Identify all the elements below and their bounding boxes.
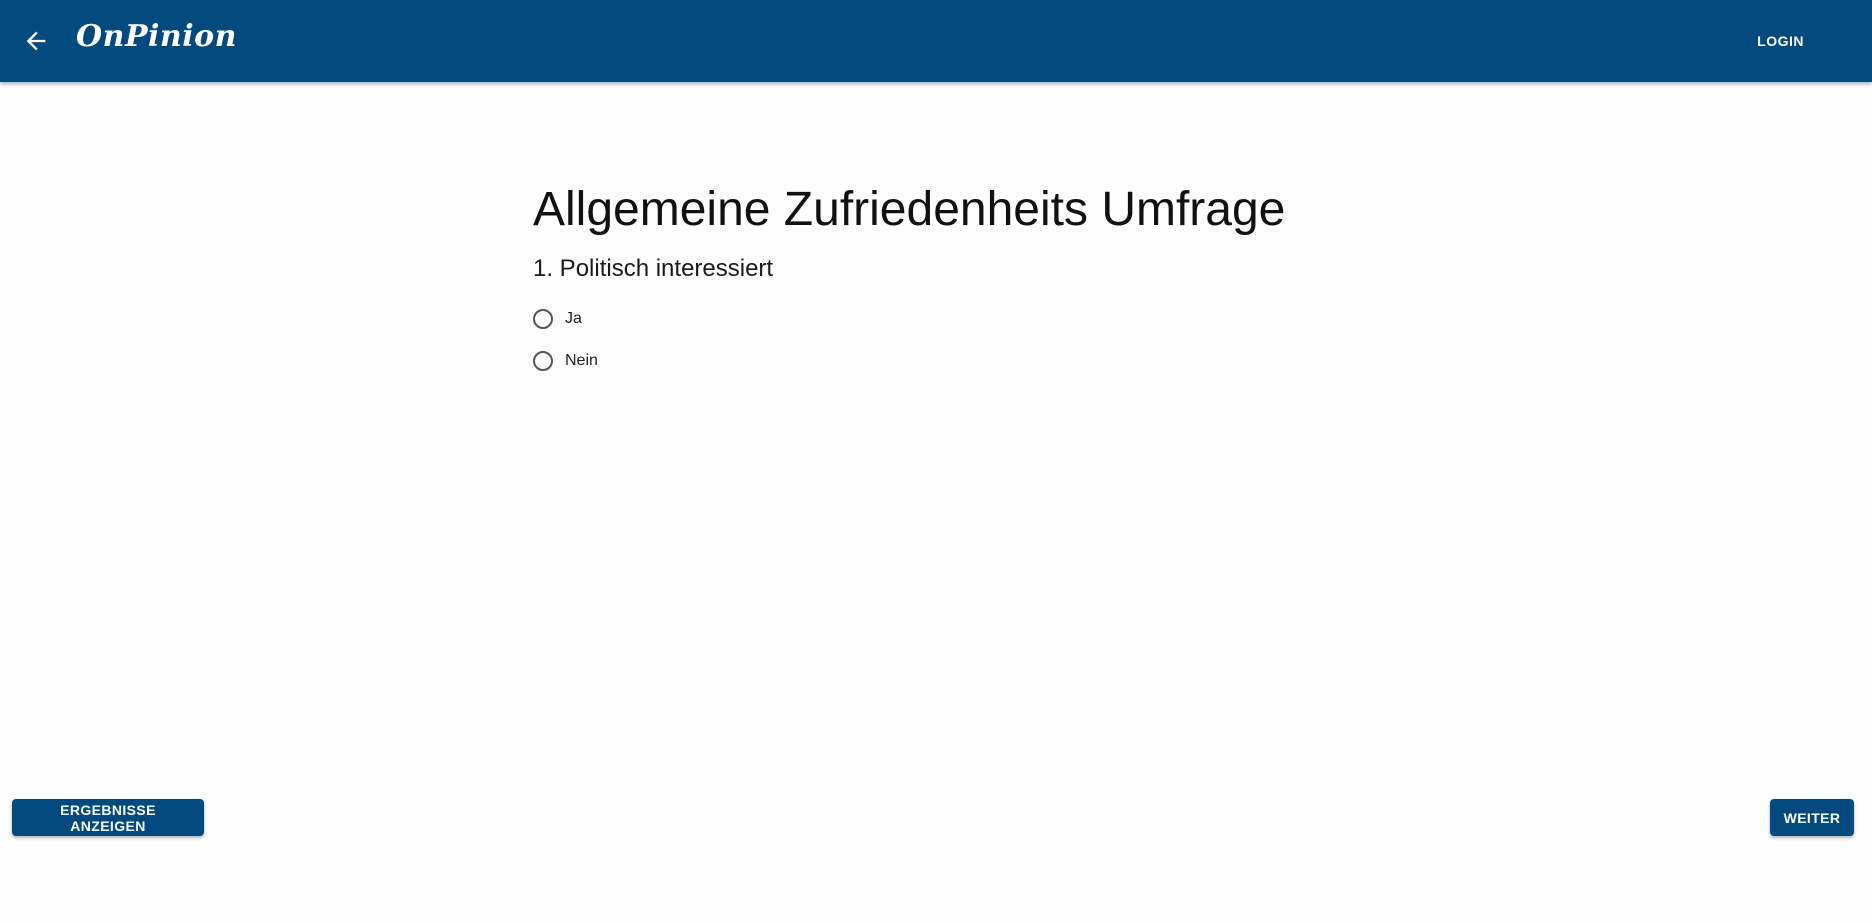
app-root: OnPinion LOGIN Allgemeine Zufriedenheits… — [0, 0, 1872, 923]
question-text: 1. Politisch interessiert — [533, 255, 774, 282]
option-nein[interactable]: Nein — [533, 340, 1433, 382]
survey-title: Allgemeine Zufriedenheits Umfrage — [533, 183, 1286, 236]
login-button[interactable]: LOGIN — [1745, 24, 1816, 58]
radio-button[interactable] — [533, 351, 553, 371]
radio-button[interactable] — [533, 309, 553, 329]
app-bar: OnPinion LOGIN — [0, 0, 1872, 82]
option-label: Ja — [565, 310, 582, 327]
answer-options: Ja Nein — [533, 298, 1433, 382]
back-button[interactable] — [12, 17, 60, 65]
brand-logo: OnPinion — [76, 19, 237, 54]
option-ja[interactable]: Ja — [533, 298, 1433, 340]
option-label: Nein — [565, 352, 598, 369]
next-button[interactable]: WEITER — [1770, 799, 1854, 836]
survey-container: Allgemeine Zufriedenheits Umfrage 1. Pol… — [533, 180, 1433, 382]
show-results-button[interactable]: ERGEBNISSE ANZEIGEN — [12, 799, 204, 836]
arrow-left-icon — [22, 27, 50, 55]
